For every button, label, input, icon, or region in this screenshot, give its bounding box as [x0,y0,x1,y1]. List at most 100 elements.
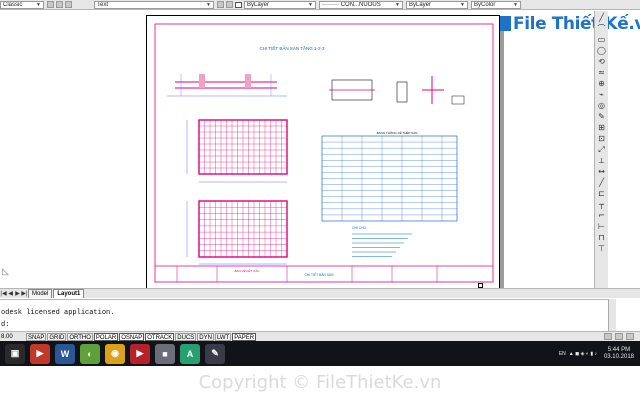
chevron-down-icon: ▼ [206,1,211,8]
task-view-icon[interactable]: ▣ [5,343,25,364]
modify-tool-14-icon[interactable]: ⟂ [597,156,607,166]
last-tab-icon[interactable]: ▶| [21,290,28,297]
drawing-sheet-graphics: CHI TIẾT BẢN SÀN TẦNG 1-2-3 BẢNG THỐNG K… [154,23,494,283]
color-dropdown[interactable]: ByLayer ▼ [244,0,316,9]
command-line[interactable]: odesk licensed application. d: [0,299,608,331]
status-toggle-ortho[interactable]: ORTHO [67,332,93,341]
table-title: BẢNG THỐNG KÊ THÉP SÀN [377,130,418,135]
modify-tool-20-icon[interactable]: ⊢ [597,222,607,232]
section-detail-2 [329,76,465,105]
steel-schedule-table: BẢNG THỐNG KÊ THÉP SÀN [321,130,458,222]
first-tab-icon[interactable]: |◀ [0,290,7,297]
paper-sheet: CHI TIẾT BẢN SÀN TẦNG 1-2-3 BẢNG THỐNG K… [146,15,500,288]
coccoc-icon[interactable]: ◐ [80,343,100,364]
lineweight-value: ByLayer [409,1,432,8]
disk-icon[interactable]: ■ [155,343,175,364]
section-detail-1 [167,74,287,97]
clean-screen-icon[interactable] [626,333,634,340]
logo-mark-icon [500,16,511,31]
slab-plan-2 [186,200,288,265]
modify-tool-1-icon[interactable]: ╱ [597,13,607,23]
status-tray [601,333,640,340]
modify-tool-15-icon[interactable]: ↔ [597,167,607,177]
modify-tool-7-icon[interactable]: ⊕ [597,79,607,89]
clock[interactable]: 5:44 PM 03.10.2018 [604,347,634,361]
autocad-icon[interactable]: A [180,343,200,364]
prev-tab-icon[interactable]: ◀ [7,290,14,297]
chevron-down-icon: ▼ [460,1,465,8]
lineweight-dropdown[interactable]: ByLayer ▼ [406,0,468,9]
watermark-strip: Copyright © FileThietKe.vn [0,366,640,400]
modify-tool-9-icon[interactable]: ◎ [597,101,607,111]
tab-layout1[interactable]: Layout1 [53,289,85,298]
ucs-icon: ◺ [2,266,9,276]
linetype-value: CON...NUOUS [340,1,381,8]
modify-tool-17-icon[interactable]: ⊏ [597,189,607,199]
status-toggle-lwt[interactable]: LWT [214,332,232,341]
lock-icon[interactable] [604,333,612,340]
logo-text: File Thiết Kế.vn [513,14,640,34]
status-toggle-otrack[interactable]: OTRACK [145,332,175,341]
coordinate-readout: 8.00 [1,333,13,340]
modify-tool-16-icon[interactable]: ╱ [597,178,607,188]
word-icon[interactable]: W [55,343,75,364]
notes-heading: GHI CHÚ: [352,226,367,230]
plot-style-dropdown[interactable]: ByColor ▼ [471,0,521,9]
text-style-value: Text [97,1,109,8]
command-prompt[interactable]: d: [1,321,9,329]
text-style-dropdown[interactable]: Text ▼ [94,0,214,9]
modify-toolbar: ╱ ⌒ ▭ ◯ ⟲ ≈ ⊕ ⌁ ◎ ✎ ⊞ ⊡ ⤢ ⟂ ↔ ╱ ⊏ ┬ ⌐ ⊢ ⊓ ⊤ [594,11,608,288]
modify-tool-13-icon[interactable]: ⤢ [597,145,607,155]
modify-tool-3-icon[interactable]: ▭ [597,35,607,45]
system-tray: EN ▲ ◼ ◈ ◐ ▮ ♪ 5:44 PM 03.10.2018 [559,347,640,361]
modify-tool-22-icon[interactable]: ⊤ [597,244,607,254]
title-block: CHI TIẾT BẢN SÀN BẢN VẼ KẾT CẤU [155,265,493,282]
modify-tool-4-icon[interactable]: ◯ [597,46,607,56]
linetype-dropdown[interactable]: ──── CON...NUOUS ▼ [319,0,403,9]
drawing-border [154,23,494,283]
color-swatch-icon [235,1,242,8]
windows-taskbar: ▣ ▶ W ◐ ◉ ▶ ■ A ✎ EN ▲ ◼ ◈ ◐ ▮ ♪ 5:44 PM 03.10.2… [0,341,640,366]
modify-tool-19-icon[interactable]: ⌐ [597,211,607,221]
modify-tool-5-icon[interactable]: ⟲ [597,57,607,67]
clock-time: 5:44 PM [607,346,631,353]
modify-tool-18-icon[interactable]: ┬ [597,200,607,210]
command-scrollbar[interactable] [608,299,616,331]
status-toggle-grid[interactable]: GRID [47,332,67,341]
paint-icon[interactable]: ✎ [205,343,225,364]
modify-tool-2-icon[interactable]: ⌒ [597,24,607,34]
modify-tool-6-icon[interactable]: ≈ [597,68,607,78]
media-icon[interactable]: ▶ [130,343,150,364]
layer-icon[interactable] [65,1,72,8]
drafting-settings: SNAP GRID ORTHO POLAR OSNAP OTRACK DUCS DYN LWT P… [26,332,257,341]
status-toggle-paper[interactable]: PAPER [232,332,257,341]
status-toggle-osnap[interactable]: OSNAP [119,332,145,341]
modify-tool-8-icon[interactable]: ⌁ [597,90,607,100]
color-value: ByLayer [247,1,270,8]
status-toggle-polar[interactable]: POLAR [93,332,119,341]
next-tab-icon[interactable]: ▶ [14,290,21,297]
match-layer-icon[interactable] [226,1,233,8]
notification-icons[interactable]: ▲ ◼ ◈ ◐ ▮ ♪ [569,351,597,357]
modify-tool-10-icon[interactable]: ✎ [597,112,607,122]
workspace-value: Classic [3,1,23,8]
status-toggle-ducs[interactable]: DUCS [175,332,197,341]
style-icon[interactable] [47,1,54,8]
watermark-logo: File Thiết Kế.vn [500,14,640,34]
workspace-dropdown[interactable]: Classic ▼ [0,0,44,9]
status-toggle-dyn[interactable]: DYN [197,332,214,341]
status-toggle-snap[interactable]: SNAP [26,332,47,341]
modify-tool-11-icon[interactable]: ⊞ [597,123,607,133]
drawing-canvas[interactable]: CHI TIẾT BẢN SÀN TẦNG 1-2-3 BẢNG THỐNG K… [0,11,594,288]
language-indicator[interactable]: EN [559,351,566,357]
modify-tool-21-icon[interactable]: ⊓ [597,233,607,243]
media-player-icon[interactable]: ▶ [30,343,50,364]
modify-tool-12-icon[interactable]: ⊡ [597,134,607,144]
tab-model[interactable]: Model [28,289,53,298]
style-manager-icon[interactable] [56,1,63,8]
communication-icon[interactable] [615,333,623,340]
layer-state-icon[interactable] [217,1,224,8]
chrome-icon[interactable]: ◉ [105,343,125,364]
command-history: odesk licensed application. [1,309,115,317]
plot-style-value: ByColor [474,1,496,8]
